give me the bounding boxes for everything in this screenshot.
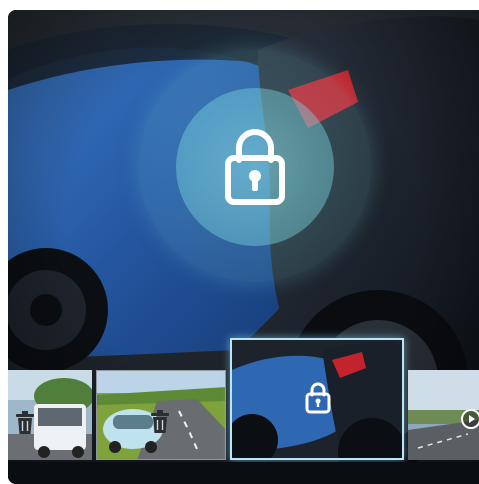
thumbnail-highway[interactable] — [408, 370, 479, 460]
trash-icon[interactable] — [149, 409, 171, 435]
lock-icon — [305, 382, 331, 414]
play-icon[interactable] — [460, 408, 479, 430]
video-viewer — [8, 10, 479, 484]
trash-icon[interactable] — [14, 410, 36, 436]
bottom-bar — [8, 462, 479, 484]
thumbnail-road-car[interactable] — [96, 370, 226, 460]
thumbnail-crash[interactable] — [230, 338, 404, 460]
lock-icon — [225, 129, 285, 205]
thumbnail-van[interactable] — [8, 370, 92, 460]
